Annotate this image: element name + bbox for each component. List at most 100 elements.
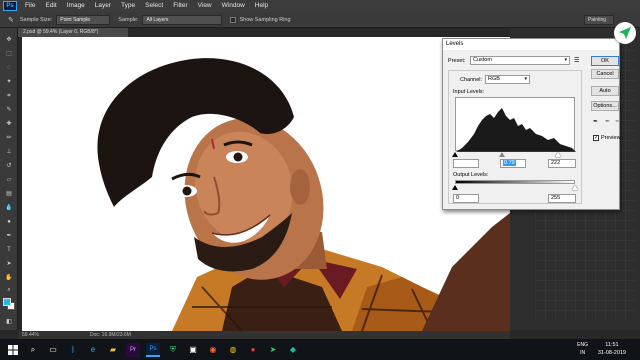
teal-app-icon[interactable]: ◆: [286, 343, 300, 357]
crop-tool-icon[interactable]: ⌗: [5, 92, 13, 100]
options-button[interactable]: Options...: [591, 101, 619, 111]
input-gamma-value: 0.79: [503, 160, 516, 166]
clock-date: 31-08-2019: [597, 350, 626, 356]
menu-filter[interactable]: Filter: [168, 0, 192, 12]
gradient-tool-icon[interactable]: ▤: [5, 190, 13, 198]
edge-icon[interactable]: e: [86, 343, 100, 357]
toolbox: ✥ ⬚ ◌ ✦ ⌗ ✎ ✚ ✏ ⊥ ↺ ▱ ▤ 💧 ● ✒ T ➤ ✋ ⌕ ◧: [0, 28, 18, 330]
preset-label: Preset:: [448, 58, 466, 64]
sample-select[interactable]: All Layers: [142, 14, 223, 25]
white-point-eyedropper-icon[interactable]: ✒: [615, 119, 621, 125]
document-area[interactable]: [18, 37, 510, 331]
menu-window[interactable]: Window: [217, 0, 250, 12]
file-explorer-icon[interactable]: ▰: [106, 343, 120, 357]
output-white-slider[interactable]: [572, 185, 578, 190]
canvas[interactable]: [22, 37, 510, 331]
channel-label: Channel:: [460, 77, 483, 83]
marquee-tool-icon[interactable]: ⬚: [5, 50, 13, 58]
premiere-icon[interactable]: Pr: [126, 342, 140, 357]
quick-mask-icon[interactable]: ◧: [5, 318, 13, 326]
output-white-field[interactable]: 255: [548, 194, 576, 203]
search-icon[interactable]: ⌕: [26, 343, 40, 357]
menu-type[interactable]: Type: [116, 0, 140, 12]
media-icon[interactable]: ◉: [206, 343, 220, 357]
hand-tool-icon[interactable]: ✋: [5, 274, 13, 282]
brush-tool-icon[interactable]: ✏: [5, 134, 13, 142]
foreground-color-swatch[interactable]: [3, 298, 11, 306]
quick-select-tool-icon[interactable]: ✦: [5, 78, 13, 86]
zoom-level[interactable]: 59.44%: [22, 331, 39, 339]
preview-label: Preview: [601, 135, 621, 141]
history-brush-icon[interactable]: ↺: [5, 162, 13, 170]
language-indicator[interactable]: ENG IN: [577, 341, 588, 357]
menu-layer[interactable]: Layer: [90, 0, 116, 12]
preset-select[interactable]: Custom: [470, 56, 570, 65]
menu-file[interactable]: File: [20, 0, 40, 12]
move-tool-icon[interactable]: ✥: [5, 36, 13, 44]
input-black-field[interactable]: [453, 159, 479, 168]
eyedropper-tool-icon[interactable]: ✎: [8, 16, 14, 24]
portrait-photo: [97, 58, 510, 331]
store-icon[interactable]: ▣: [186, 343, 200, 357]
blur-tool-icon[interactable]: 💧: [5, 204, 13, 212]
healing-brush-icon[interactable]: ✚: [5, 120, 13, 128]
app-icon[interactable]: ●: [246, 343, 260, 357]
workspace-select[interactable]: Painting: [584, 15, 614, 25]
show-sampling-ring-label: Show Sampling Ring: [239, 16, 291, 23]
output-black-field[interactable]: 0: [453, 194, 479, 203]
eyedropper-icon[interactable]: ✎: [5, 106, 13, 114]
dodge-tool-icon[interactable]: ●: [5, 218, 13, 226]
ok-button[interactable]: OK: [591, 56, 619, 66]
output-gradient: [455, 180, 575, 184]
input-white-field[interactable]: 222: [548, 159, 576, 168]
auto-button[interactable]: Auto: [591, 86, 619, 96]
options-bar: ✎ Sample Size: Point Sample Sample: All …: [0, 12, 640, 28]
zoom-tool-icon[interactable]: ⌕: [5, 286, 13, 294]
doc-size: Doc: 16.9M/23.6M: [90, 332, 131, 338]
input-gamma-slider[interactable]: [499, 152, 505, 157]
eraser-tool-icon[interactable]: ▱: [5, 176, 13, 184]
menu-help[interactable]: Help: [250, 0, 273, 12]
menu-bar: Ps File Edit Image Layer Type Select Fil…: [0, 0, 640, 12]
preset-menu-icon[interactable]: ☰: [574, 57, 579, 64]
menu-view[interactable]: View: [193, 0, 217, 12]
photoshop-window: Ps File Edit Image Layer Type Select Fil…: [0, 0, 640, 360]
cancel-button[interactable]: Cancel: [591, 69, 619, 79]
preview-checkbox[interactable]: ✓: [593, 135, 599, 141]
document-tab[interactable]: 2.psd @ 59.4% (Layer 0, RGB/8*): [18, 28, 128, 37]
output-levels-label: Output Levels:: [453, 172, 489, 178]
menu-edit[interactable]: Edit: [40, 0, 61, 12]
windows-start-icon[interactable]: [6, 343, 20, 357]
channel-select[interactable]: RGB: [485, 75, 530, 84]
arrow-app-icon[interactable]: ➤: [266, 343, 280, 357]
send-arrow-icon: [619, 27, 631, 39]
clock-time: 11:51: [605, 342, 619, 348]
show-sampling-ring-checkbox[interactable]: [230, 16, 237, 23]
black-point-eyedropper-icon[interactable]: ✒: [593, 119, 599, 125]
gray-point-eyedropper-icon[interactable]: ✒: [605, 119, 611, 125]
menu-select[interactable]: Select: [140, 0, 168, 12]
sample-size-label: Sample Size:: [19, 16, 53, 23]
output-black-slider[interactable]: [452, 185, 458, 190]
input-gamma-field[interactable]: 0.79: [500, 159, 526, 168]
type-tool-icon[interactable]: T: [5, 246, 13, 254]
language-region: IN: [580, 350, 586, 356]
task-view-icon[interactable]: ▭: [46, 343, 60, 357]
lasso-tool-icon[interactable]: ◌: [5, 64, 13, 72]
shield-icon[interactable]: ⛨: [166, 343, 180, 357]
bluetooth-icon[interactable]: ᛒ: [66, 343, 80, 357]
clone-stamp-icon[interactable]: ⊥: [5, 148, 13, 156]
photoshop-taskbar-icon[interactable]: Ps: [146, 342, 160, 357]
path-select-icon[interactable]: ➤: [5, 260, 13, 268]
sample-size-select[interactable]: Point Sample: [56, 14, 111, 25]
chrome-icon[interactable]: ◍: [226, 343, 240, 357]
levels-dialog-title: Levels: [443, 39, 619, 50]
menu-image[interactable]: Image: [62, 0, 90, 12]
levels-dialog: Levels Preset: Custom ☰ Channel: RGB Inp…: [442, 38, 621, 210]
input-white-slider[interactable]: [555, 152, 561, 157]
pen-tool-icon[interactable]: ✒: [5, 232, 13, 240]
language-code: ENG: [577, 342, 588, 348]
clock[interactable]: 11:51 31-08-2019: [598, 341, 626, 357]
input-black-slider[interactable]: [452, 152, 458, 157]
input-levels-label: Input Levels:: [453, 89, 485, 95]
